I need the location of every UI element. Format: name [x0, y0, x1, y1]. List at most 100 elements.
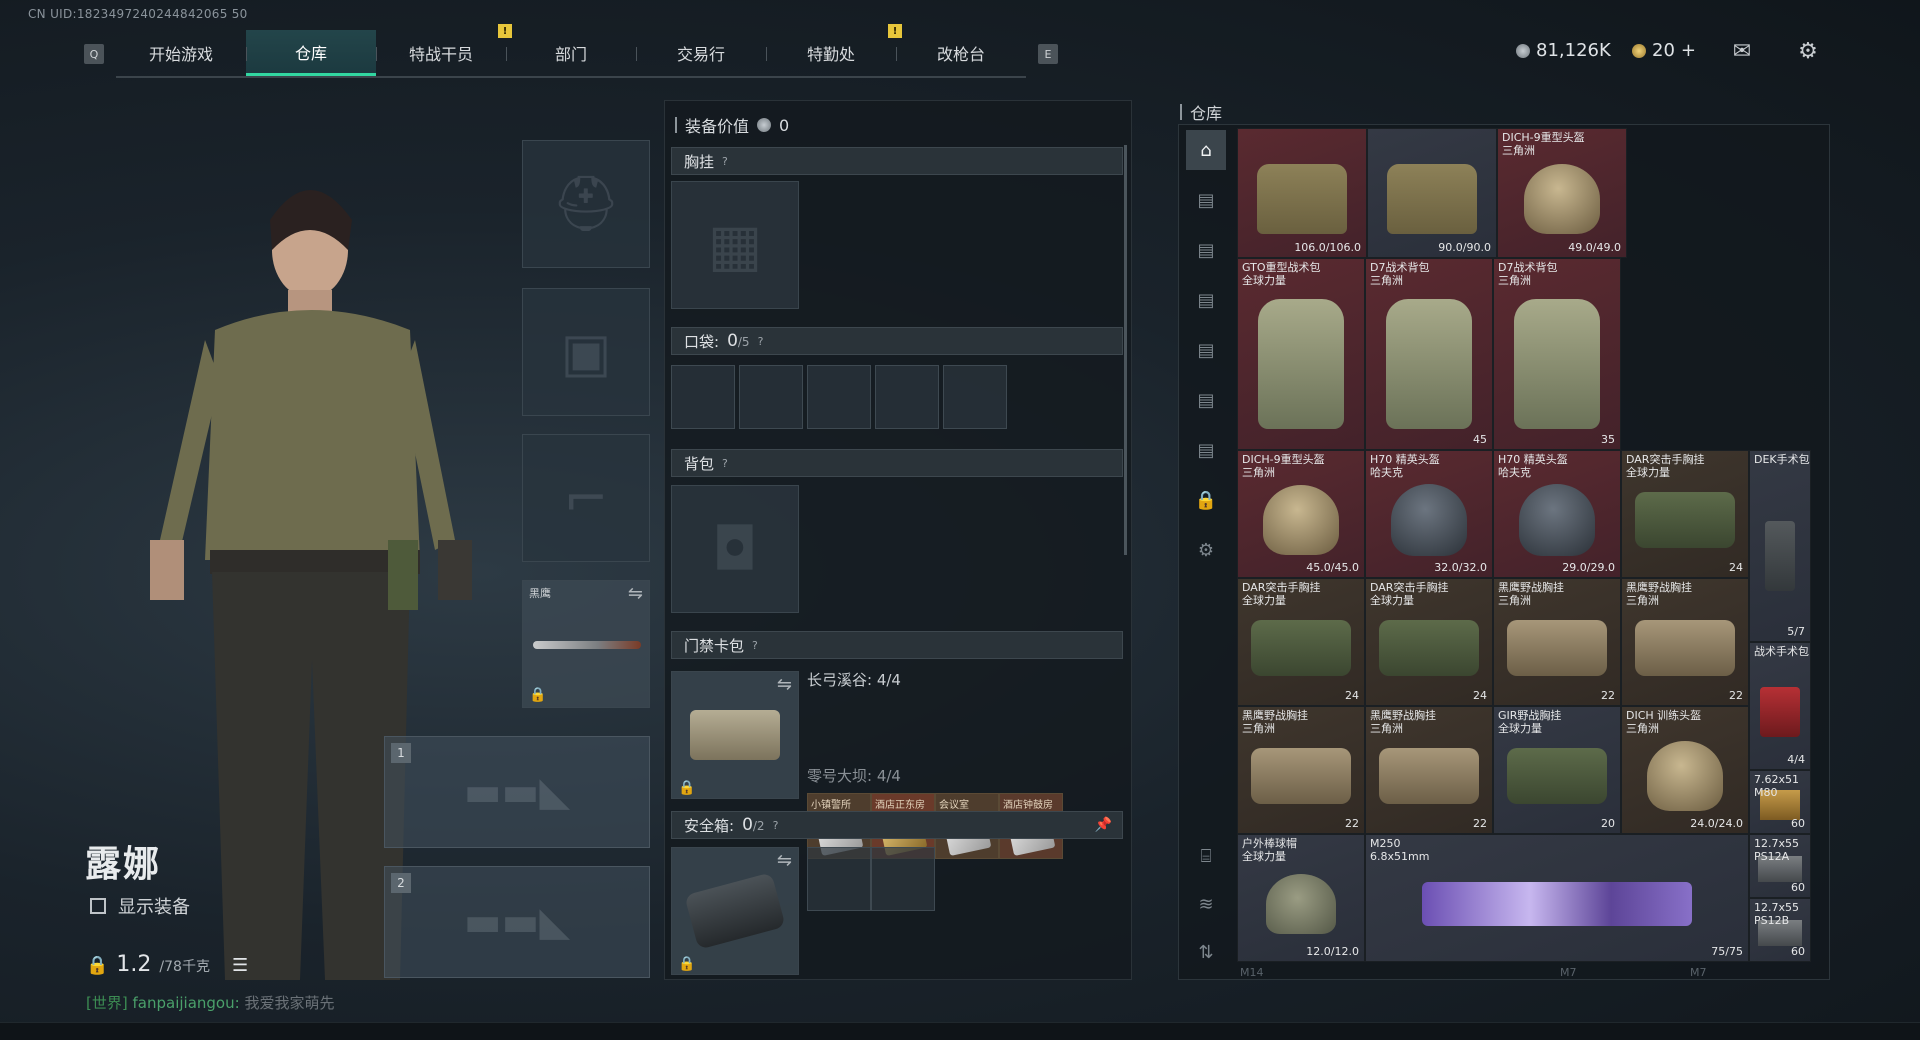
tab-special-service[interactable]: 特勤处!: [766, 24, 902, 76]
warehouse-layers[interactable]: ≋: [1186, 884, 1226, 924]
warehouse-item[interactable]: M250 6.8x51mm 75/75: [1365, 834, 1749, 962]
warehouse-item[interactable]: 黑鹰野战胸挂 三角洲 22: [1621, 578, 1749, 706]
warehouse-tab-all[interactable]: ⌂: [1186, 130, 1226, 170]
warehouse-tab-5[interactable]: ▤: [1186, 380, 1226, 420]
tab-start-game[interactable]: 开始游戏: [116, 30, 246, 76]
pocket-slot[interactable]: [671, 365, 735, 429]
keycard-case-slot[interactable]: ⇋ 🔒: [671, 671, 799, 799]
helmet-slot[interactable]: ⛑: [522, 140, 650, 268]
safebox-cell[interactable]: [871, 847, 935, 911]
tab-trade[interactable]: 交易行: [636, 30, 766, 76]
add-currency-button[interactable]: +: [1681, 40, 1696, 61]
backpack-slot[interactable]: ◘: [671, 485, 799, 613]
mail-icon[interactable]: ✉: [1728, 39, 1756, 64]
warehouse-item[interactable]: DICH 训练头盔 三角洲 24.0/24.0: [1621, 706, 1749, 834]
tab-gunsmith[interactable]: 改枪台: [896, 30, 1026, 76]
pocket-slot[interactable]: [943, 365, 1007, 429]
pin-icon[interactable]: 📌: [1095, 817, 1112, 833]
help-icon[interactable]: ?: [758, 335, 764, 348]
warehouse-item[interactable]: 7.62x51 M80 60: [1749, 770, 1811, 834]
next-tab-key[interactable]: E: [1038, 44, 1058, 64]
swap-icon[interactable]: ⇋: [628, 583, 643, 604]
kit-icon: [1760, 687, 1800, 738]
warehouse-sort[interactable]: ⇅: [1186, 932, 1226, 972]
prev-tab-key[interactable]: Q: [84, 44, 104, 64]
help-icon[interactable]: ?: [722, 155, 728, 168]
pistol-slot[interactable]: ⌐: [522, 434, 650, 562]
item-value: 29.0/29.0: [1562, 561, 1615, 574]
gold-coin-icon: [1632, 43, 1646, 58]
warehouse-tab-2[interactable]: ▤: [1186, 230, 1226, 270]
help-icon[interactable]: ?: [722, 457, 728, 470]
warehouse-item[interactable]: DAR突击手胸挂 全球力量 24: [1365, 578, 1493, 706]
swap-icon[interactable]: ⇋: [777, 850, 792, 871]
warehouse-item[interactable]: DICH-9重型头盔 三角洲 49.0/49.0: [1497, 128, 1627, 258]
show-equipment-toggle[interactable]: 显示装备: [90, 893, 190, 919]
sort-icon: ⇅: [1198, 941, 1214, 963]
warehouse-tab-6[interactable]: ▤: [1186, 430, 1226, 470]
item-name: DAR突击手胸挂 全球力量: [1242, 581, 1321, 607]
warehouse-item[interactable]: 户外棒球帽 全球力量 12.0/12.0: [1237, 834, 1365, 962]
warehouse-item[interactable]: 90.0/90.0: [1367, 128, 1497, 258]
warehouse-item[interactable]: 106.0/106.0: [1237, 128, 1367, 258]
warehouse-item[interactable]: H70 精英头盔 哈夫克 32.0/32.0: [1365, 450, 1493, 578]
primary-weapon-slot[interactable]: 1 ▬▬◣: [384, 736, 650, 848]
safebox-cell[interactable]: [807, 847, 871, 911]
world-chat-line[interactable]: [世界] fanpaijiangou: 我爱我家萌先: [86, 992, 334, 1013]
warehouse-item[interactable]: 黑鹰野战胸挂 三角洲 22: [1365, 706, 1493, 834]
warehouse-filter[interactable]: ⌸: [1186, 836, 1226, 876]
tab-warehouse[interactable]: 仓库: [246, 30, 376, 76]
warehouse-tab-locked[interactable]: 🔒: [1186, 480, 1226, 520]
warehouse-settings[interactable]: ⚙: [1186, 530, 1226, 570]
gold-currency[interactable]: 20 +: [1632, 40, 1696, 61]
warehouse-item[interactable]: DAR突击手胸挂 全球力量 24: [1621, 450, 1749, 578]
silver-currency[interactable]: 81,126K: [1516, 40, 1611, 61]
show-equipment-checkbox[interactable]: [90, 898, 106, 914]
top-navigation: Q 开始游戏 仓库 特战干员! 部门 交易行 特勤处! 改枪台 E: [84, 24, 1058, 78]
help-icon[interactable]: ?: [773, 819, 779, 832]
uid-text: CN UID:1823497240244842065 50: [28, 7, 248, 21]
warehouse-item[interactable]: H70 精英头盔 哈夫克 29.0/29.0: [1493, 450, 1621, 578]
gear-icon[interactable]: ⚙: [1794, 39, 1822, 64]
help-icon[interactable]: ?: [752, 639, 758, 652]
warehouse-tab-4[interactable]: ▤: [1186, 330, 1226, 370]
pocket-slot[interactable]: [739, 365, 803, 429]
lock-icon: 🔒: [1194, 489, 1218, 511]
gear-icon: ⚙: [1197, 539, 1215, 561]
tab-department[interactable]: 部门: [506, 30, 636, 76]
warehouse-item[interactable]: 黑鹰野战胸挂 三角洲 22: [1493, 578, 1621, 706]
warehouse-item[interactable]: DICH-9重型头盔 三角洲 45.0/45.0: [1237, 450, 1365, 578]
chest-rig-slot[interactable]: ▦: [671, 181, 799, 309]
pocket-slot[interactable]: [875, 365, 939, 429]
warehouse-item[interactable]: DEK手术包 5/7: [1749, 450, 1811, 642]
tab-bar: 开始游戏 仓库 特战干员! 部门 交易行 特勤处! 改枪台: [116, 24, 1026, 78]
warehouse-tab-3[interactable]: ▤: [1186, 280, 1226, 320]
warehouse-item[interactable]: 战术手术包 4/4: [1749, 642, 1811, 770]
swap-icon[interactable]: ⇋: [777, 674, 792, 695]
bottom-bar: [0, 1022, 1920, 1040]
safebox-slot[interactable]: ⇋ 🔒: [671, 847, 799, 975]
rig-tan-icon: [1507, 620, 1607, 677]
item-name: GIR野战胸挂 全球力量: [1498, 709, 1562, 735]
loadout-scrollbar[interactable]: [1124, 145, 1127, 555]
warehouse-item[interactable]: DAR突击手胸挂 全球力量 24: [1237, 578, 1365, 706]
warehouse-tab-1[interactable]: ▤: [1186, 180, 1226, 220]
warehouse-item[interactable]: D7战术背包 三角洲 45: [1365, 258, 1493, 450]
grid-footer-label: M14: [1240, 966, 1264, 979]
item-value: 12.0/12.0: [1306, 945, 1359, 958]
pocket-slot[interactable]: [807, 365, 871, 429]
rig-green-icon: [1507, 748, 1607, 805]
secondary-weapon-slot[interactable]: 2 ▬▬◣: [384, 866, 650, 978]
rig-tan-icon: [1379, 748, 1479, 805]
melee-slot[interactable]: 黑鹰 ⇋ 🔒: [522, 580, 650, 708]
warehouse-item[interactable]: 12.7x55 PS12B 60: [1749, 898, 1811, 962]
tab-operators[interactable]: 特战干员!: [376, 24, 512, 76]
warehouse-item[interactable]: GTO重型战术包 全球力量: [1237, 258, 1365, 450]
warehouse-item[interactable]: 黑鹰野战胸挂 三角洲 22: [1237, 706, 1365, 834]
backpack-header: 背包 ?: [671, 449, 1123, 477]
warehouse-item[interactable]: D7战术背包 三角洲 35: [1493, 258, 1621, 450]
armor-slot[interactable]: ▣: [522, 288, 650, 416]
list-icon[interactable]: ☰: [232, 955, 248, 976]
warehouse-item[interactable]: GIR野战胸挂 全球力量 20: [1493, 706, 1621, 834]
warehouse-item[interactable]: 12.7x55 PS12A 60: [1749, 834, 1811, 898]
